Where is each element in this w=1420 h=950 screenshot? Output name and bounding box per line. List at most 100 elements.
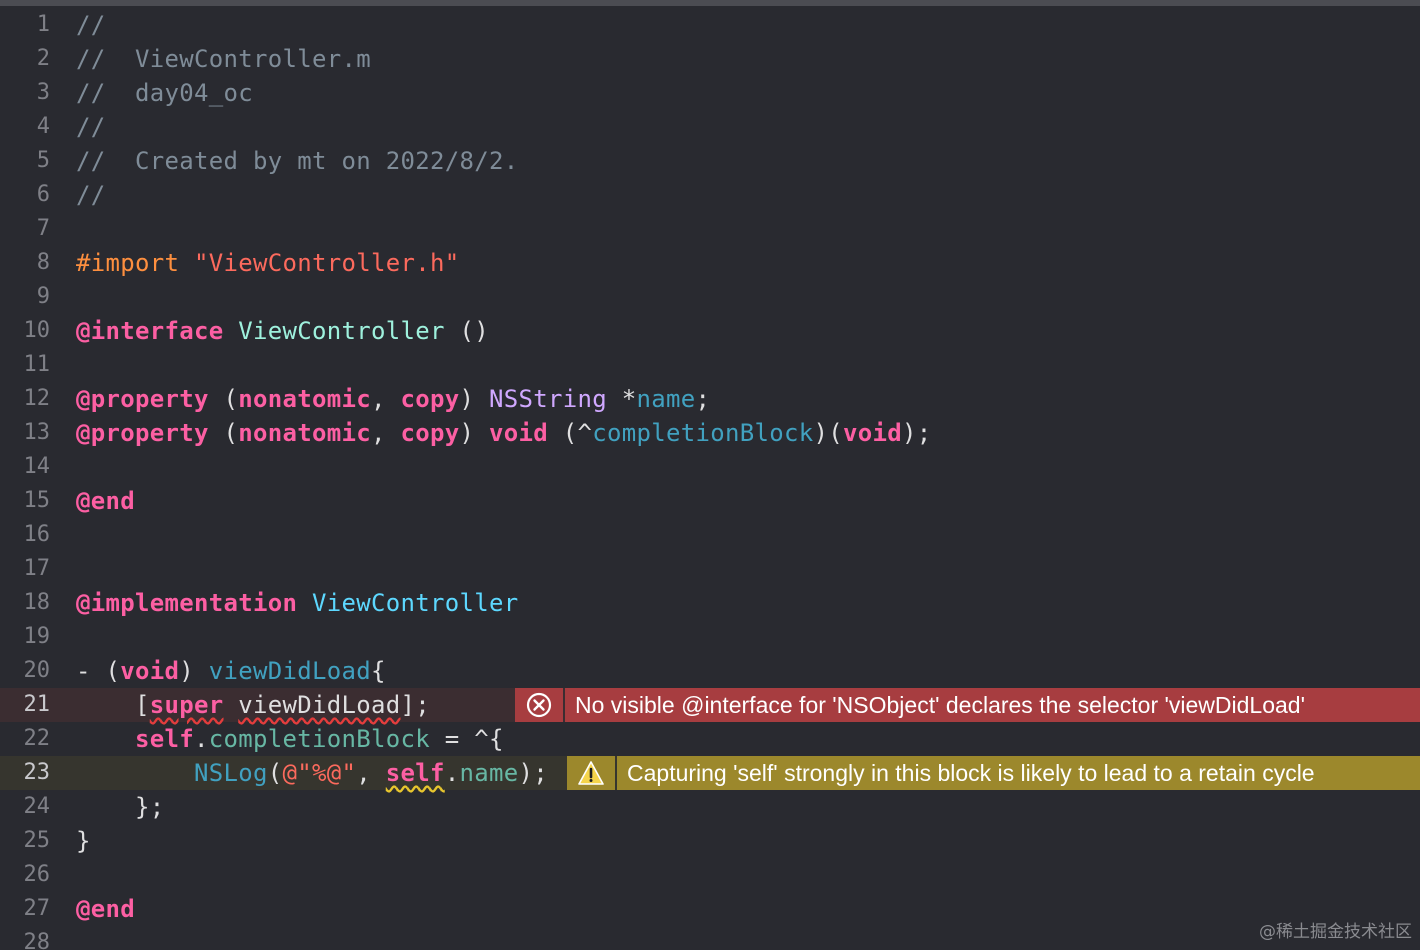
line-code[interactable]: } [76, 824, 91, 858]
line-number[interactable]: 14 [0, 450, 51, 484]
code-token: ; [695, 385, 711, 413]
code-editor[interactable]: 1 // 2 // ViewController.m 3 // day04_oc 4 // 5 /… [0, 0, 1420, 950]
code-token: // [76, 113, 106, 141]
line-code[interactable]: @implementation ViewController [76, 586, 519, 620]
error-annotation[interactable]: No visible @interface for 'NSObject' dec… [515, 688, 1420, 722]
line-code[interactable]: // [76, 8, 106, 42]
code-token: @property [76, 385, 209, 413]
code-token: ) [179, 657, 209, 685]
line-number[interactable]: 1 [0, 8, 50, 42]
line-number[interactable]: 27 [0, 892, 51, 926]
line-number[interactable]: 3 [0, 76, 50, 110]
line-number[interactable]: 7 [0, 212, 50, 246]
line-number[interactable]: 20 [0, 654, 51, 688]
line-number[interactable]: 2 [0, 42, 50, 76]
line-code[interactable]: @end [76, 484, 135, 518]
code-line[interactable]: 12 @property (nonatomic, copy) NSString *… [0, 382, 1420, 416]
code-token: @end [76, 895, 135, 923]
line-code[interactable]: // ViewController.m [76, 42, 371, 76]
line-number[interactable]: 5 [0, 144, 50, 178]
line-code[interactable]: @property (nonatomic, copy) void (^compl… [76, 416, 932, 450]
line-number[interactable]: 22 [0, 722, 51, 756]
line-code[interactable]: @interface ViewController () [76, 314, 489, 348]
code-line[interactable]: 26 [0, 858, 1420, 892]
line-code[interactable]: NSLog(@"%@", self.name); [76, 756, 548, 790]
code-token: self [135, 725, 194, 753]
code-line[interactable]: 4 // [0, 110, 1420, 144]
code-token: // [76, 181, 106, 209]
warning-triangle-icon[interactable] [567, 756, 615, 790]
line-number[interactable]: 11 [0, 348, 51, 382]
code-line[interactable]: 5 // Created by mt on 2022/8/2. [0, 144, 1420, 178]
line-code[interactable]: [super viewDidLoad]; [76, 688, 430, 722]
code-token: void [120, 657, 180, 685]
line-number[interactable]: 26 [0, 858, 51, 892]
line-number[interactable]: 4 [0, 110, 50, 144]
code-line[interactable]: 13 @property (nonatomic, copy) void (^com… [0, 416, 1420, 450]
line-number[interactable]: 23 [0, 756, 51, 790]
code-line[interactable]: 10 @interface ViewController () [0, 314, 1420, 348]
code-line[interactable]: 25} [0, 824, 1420, 858]
line-number[interactable]: 28 [0, 926, 51, 950]
code-line[interactable]: 19 [0, 620, 1420, 654]
line-number[interactable]: 17 [0, 552, 51, 586]
line-code[interactable]: // [76, 110, 106, 144]
code-line[interactable]: 2 // ViewController.m [0, 42, 1420, 76]
error-x-circle-icon[interactable] [515, 688, 563, 722]
line-number[interactable]: 25 [0, 824, 51, 858]
code-line[interactable]: 21 [super viewDidLoad]; No visible @inter… [0, 688, 1420, 722]
code-line[interactable]: 18 @implementation ViewController [0, 586, 1420, 620]
line-number[interactable]: 6 [0, 178, 50, 212]
code-line[interactable]: 23 NSLog(@"%@", self.name); Capturing 'se… [0, 756, 1420, 790]
code-token: completionBlock [208, 725, 430, 753]
code-token: NSLog [194, 759, 268, 787]
line-code[interactable]: @property (nonatomic, copy) NSString *na… [76, 382, 710, 416]
code-token: = ^{ [430, 725, 504, 753]
line-number[interactable]: 18 [0, 586, 51, 620]
line-number[interactable]: 15 [0, 484, 51, 518]
code-token: . [194, 725, 209, 753]
code-line[interactable]: 24 }; [0, 790, 1420, 824]
line-number[interactable]: 21 [0, 688, 51, 722]
code-line[interactable]: 28 [0, 926, 1420, 950]
code-line[interactable]: 15 @end [0, 484, 1420, 518]
code-line[interactable]: 7 [0, 212, 1420, 246]
code-line[interactable]: 8 #import "ViewController.h" [0, 246, 1420, 280]
line-number[interactable]: 12 [0, 382, 51, 416]
line-code[interactable]: // day04_oc [76, 76, 253, 110]
code-token: ); [518, 759, 548, 787]
line-number[interactable]: 19 [0, 620, 51, 654]
code-line[interactable]: 11 [0, 348, 1420, 382]
code-line[interactable]: 3 // day04_oc [0, 76, 1420, 110]
code-line[interactable]: 6 // [0, 178, 1420, 212]
line-number[interactable]: 10 [0, 314, 51, 348]
line-code[interactable]: // Created by mt on 2022/8/2. [76, 144, 518, 178]
code-line[interactable]: 27 @end [0, 892, 1420, 926]
code-line[interactable]: 20 - (void) viewDidLoad{ [0, 654, 1420, 688]
line-number[interactable]: 8 [0, 246, 50, 280]
line-number[interactable]: 16 [0, 518, 51, 552]
code-line[interactable]: 14 [0, 450, 1420, 484]
line-code[interactable]: #import "ViewController.h" [76, 246, 460, 280]
line-number[interactable]: 13 [0, 416, 51, 450]
code-line[interactable]: 1 // [0, 8, 1420, 42]
code-line[interactable]: 9 [0, 280, 1420, 314]
code-token: } [76, 827, 91, 855]
code-line[interactable]: 16 [0, 518, 1420, 552]
code-token: copy [400, 419, 460, 447]
line-code[interactable]: // [76, 178, 106, 212]
line-code[interactable]: }; [76, 790, 165, 824]
warning-annotation[interactable]: Capturing 'self' strongly in this block … [567, 756, 1420, 790]
line-code[interactable]: self.completionBlock = ^{ [76, 722, 504, 756]
code-line[interactable]: 22 self.completionBlock = ^{ [0, 722, 1420, 756]
line-number[interactable]: 9 [0, 280, 50, 314]
line-code[interactable]: @end [76, 892, 135, 926]
line-number[interactable]: 24 [0, 790, 51, 824]
code-line[interactable]: 17 [0, 552, 1420, 586]
line-code[interactable]: - (void) viewDidLoad{ [76, 654, 386, 688]
code-token: { [371, 657, 386, 685]
code-token: () [444, 317, 489, 345]
